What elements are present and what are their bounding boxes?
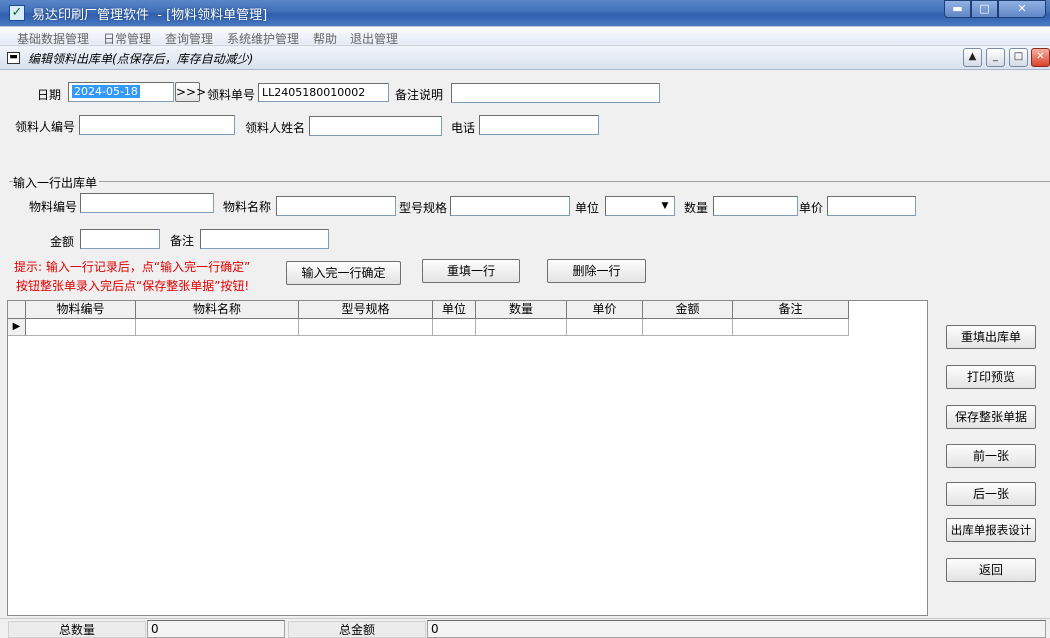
picker-no-field[interactable]	[79, 115, 235, 135]
row-indicator-icon: ▶	[8, 319, 26, 336]
date-picker-button[interactable]: >>>	[175, 82, 206, 102]
order-no-label: 领料单号	[207, 88, 256, 102]
order-no-field[interactable]: LL2405180010002	[258, 83, 389, 102]
child-system-menu-icon[interactable]: ▬	[7, 52, 20, 64]
total-amount-value: 0	[427, 620, 1046, 638]
col-amount[interactable]: 金额	[643, 301, 733, 319]
group-divider	[9, 181, 1050, 182]
col-note[interactable]: 备注	[733, 301, 849, 319]
next-order-button[interactable]: 后一张	[946, 482, 1036, 506]
qty-label: 数量	[684, 201, 709, 215]
price-field[interactable]	[827, 196, 916, 216]
picker-name-label: 领料人姓名	[245, 121, 306, 135]
chevron-down-icon[interactable]: ▼	[657, 198, 673, 214]
group-title: 输入一行出库单	[13, 174, 100, 191]
cell[interactable]	[733, 319, 849, 336]
child-window-titlebar: ▬ 编辑领料出库单(点保存后，库存自动减少) ▲ _ □ ✕	[0, 45, 1050, 70]
remark-field[interactable]	[451, 83, 660, 103]
amount-field[interactable]	[80, 229, 160, 249]
app-check-icon: ✓	[9, 5, 25, 21]
close-button[interactable]: ✕	[998, 0, 1046, 18]
minimize-button[interactable]: ▬	[944, 0, 971, 18]
hint-line-2: 按钮整张单录入完后点“保存整张单据”按钮!	[16, 279, 250, 293]
col-spec[interactable]: 型号规格	[299, 301, 433, 319]
child-restore-up-icon[interactable]: ▲	[963, 48, 982, 67]
print-preview-button[interactable]: 打印预览	[946, 365, 1036, 389]
hint-line-1: 提示: 输入一行记录后，点“输入完一行确定”	[14, 260, 251, 274]
total-qty-label: 总数量	[8, 621, 146, 638]
menu-bar: 基础数据管理 日常管理 查询管理 系统维护管理 帮助 退出管理	[0, 26, 1050, 46]
reset-order-button[interactable]: 重填出库单	[946, 325, 1036, 349]
price-label: 单价	[799, 201, 824, 215]
date-label: 日期	[37, 88, 62, 102]
prev-order-button[interactable]: 前一张	[946, 444, 1036, 468]
unit-label: 单位	[575, 201, 600, 215]
save-order-button[interactable]: 保存整张单据	[946, 405, 1036, 429]
report-design-button[interactable]: 出库单报表设计	[946, 518, 1036, 542]
amount-label: 金额	[50, 235, 75, 249]
picker-no-label: 领料人编号	[15, 120, 76, 134]
total-qty-value: 0	[147, 620, 285, 638]
phone-label: 电话	[451, 121, 476, 135]
material-code-label: 物料编号	[29, 200, 78, 214]
col-qty[interactable]: 数量	[476, 301, 567, 319]
remark-label: 备注说明	[395, 88, 444, 102]
date-field[interactable]: 2024-05-18	[68, 82, 174, 102]
picker-name-field[interactable]	[309, 116, 442, 136]
total-amount-label: 总金额	[288, 621, 426, 638]
cell[interactable]	[26, 319, 136, 336]
child-window-title: 编辑领料出库单(点保存后，库存自动减少)	[28, 52, 254, 66]
material-code-field[interactable]	[80, 193, 214, 213]
detail-grid[interactable]: 物料编号 物料名称 型号规格 单位 数量 单价 金额 备注 ▶	[7, 300, 928, 616]
table-row[interactable]: ▶	[8, 319, 849, 336]
material-name-field[interactable]	[276, 196, 396, 216]
child-close-button[interactable]: ✕	[1031, 48, 1050, 67]
delete-line-button[interactable]: 删除一行	[547, 259, 646, 283]
phone-field[interactable]	[479, 115, 599, 135]
material-name-label: 物料名称	[223, 200, 272, 214]
cell[interactable]	[567, 319, 643, 336]
window-titlebar: ✓ 易达印刷厂管理软件 - [物料领料单管理] ▬ □ ✕	[0, 0, 1050, 26]
status-bar: 总数量 0 总金额 0	[0, 618, 1050, 638]
unit-select[interactable]: ▼	[605, 196, 675, 216]
maximize-button[interactable]: □	[971, 0, 998, 18]
child-minimize-button[interactable]: _	[986, 48, 1005, 67]
col-price[interactable]: 单价	[567, 301, 643, 319]
note-label: 备注	[170, 234, 195, 248]
cell[interactable]	[136, 319, 299, 336]
spec-field[interactable]	[450, 196, 570, 216]
col-material-name[interactable]: 物料名称	[136, 301, 299, 319]
cell[interactable]	[476, 319, 567, 336]
cell[interactable]	[643, 319, 733, 336]
note-field[interactable]	[200, 229, 329, 249]
col-material-code[interactable]: 物料编号	[26, 301, 136, 319]
grid-header: 物料编号 物料名称 型号规格 单位 数量 单价 金额 备注	[8, 301, 849, 319]
cell[interactable]	[433, 319, 476, 336]
cell[interactable]	[299, 319, 433, 336]
confirm-line-button[interactable]: 输入完一行确定	[286, 261, 401, 285]
back-button[interactable]: 返回	[946, 558, 1036, 582]
grid-corner	[8, 301, 26, 319]
refill-line-button[interactable]: 重填一行	[422, 259, 520, 283]
spec-label: 型号规格	[399, 201, 448, 215]
child-maximize-button[interactable]: □	[1009, 48, 1028, 67]
qty-field[interactable]	[713, 196, 798, 216]
col-unit[interactable]: 单位	[433, 301, 476, 319]
window-title: 易达印刷厂管理软件 - [物料领料单管理]	[32, 8, 268, 23]
